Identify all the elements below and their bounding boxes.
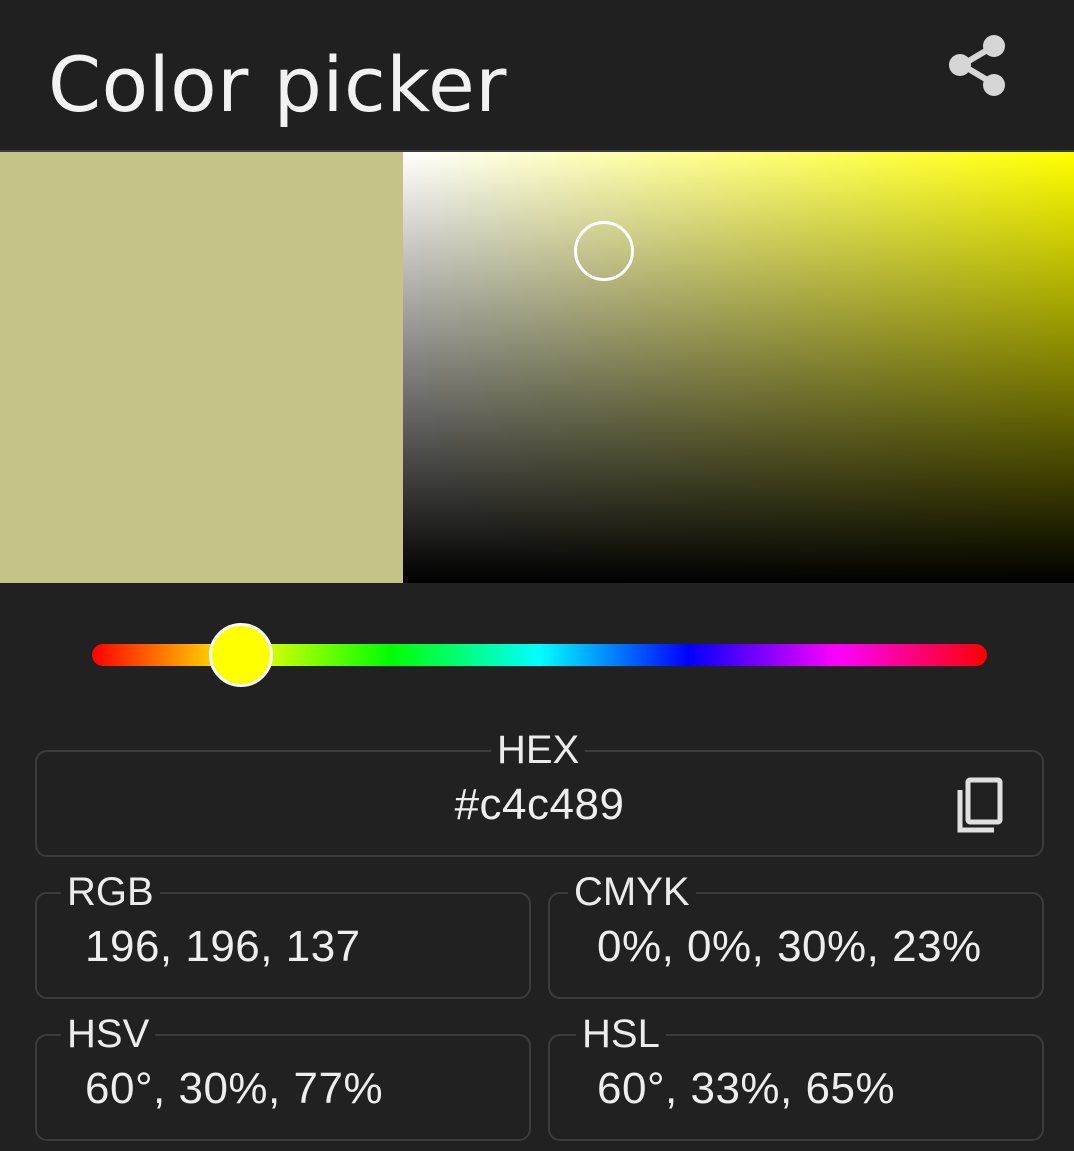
- hex-label: HEX: [491, 726, 586, 774]
- cmyk-field[interactable]: CMYK 0%, 0%, 30%, 23%: [548, 868, 1044, 999]
- color-preview-swatch: [0, 152, 403, 583]
- hsv-field[interactable]: HSV 60°, 30%, 77%: [35, 1010, 531, 1141]
- rgb-field[interactable]: RGB 196, 196, 137: [35, 868, 531, 999]
- rgb-value: 196, 196, 137: [85, 922, 361, 971]
- hsv-label: HSV: [61, 1010, 156, 1058]
- hsl-value: 60°, 33%, 65%: [597, 1064, 896, 1113]
- rgb-label: RGB: [61, 868, 160, 916]
- page-title: Color picker: [48, 40, 508, 129]
- hsl-label: HSL: [576, 1010, 666, 1058]
- hsv-value: 60°, 30%, 77%: [85, 1064, 384, 1113]
- cmyk-value: 0%, 0%, 30%, 23%: [597, 922, 982, 971]
- hue-slider[interactable]: [92, 623, 987, 687]
- hex-field[interactable]: HEX #c4c489: [35, 726, 1044, 857]
- hex-value: #c4c489: [454, 780, 625, 829]
- copy-icon[interactable]: [952, 776, 1006, 836]
- saturation-value-handle[interactable]: [574, 221, 635, 282]
- saturation-value-picker[interactable]: [403, 152, 1074, 583]
- cmyk-label: CMYK: [568, 868, 696, 916]
- app-bar: Color picker: [0, 0, 1074, 150]
- hsl-field[interactable]: HSL 60°, 33%, 65%: [548, 1010, 1044, 1141]
- hue-slider-thumb[interactable]: [209, 623, 274, 687]
- share-icon[interactable]: [942, 30, 1010, 100]
